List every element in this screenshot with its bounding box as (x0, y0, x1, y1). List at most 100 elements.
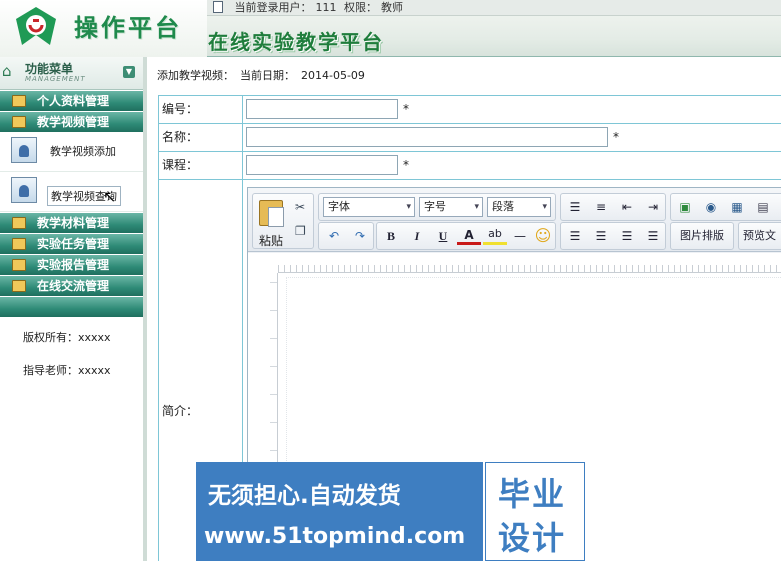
logo-icon (16, 7, 56, 45)
logo-area: 操作平台 (0, 0, 207, 57)
brand-title: 操作平台 (74, 13, 182, 42)
horizontal-ruler (278, 265, 781, 273)
italic-icon[interactable]: I (405, 225, 429, 247)
ordered-list-icon[interactable]: ☰ (563, 196, 587, 218)
align-group: ☰ ☰ ☰ ☰ (560, 222, 666, 250)
media-icon[interactable]: ◉ (699, 196, 723, 218)
sidebar-item-material[interactable]: 教学材料管理 (0, 213, 143, 233)
required-mark: * (403, 102, 409, 116)
sidebar-subitem-video-query[interactable]: 教学视频查询 (0, 172, 143, 212)
folder-icon (12, 238, 26, 250)
sidebar-item-label: 实验报告管理 (37, 258, 110, 272)
name-label: 名称： (159, 124, 243, 151)
watermark-left: 无须担心.自动发货 www.51topmind.com (196, 462, 483, 561)
sidebar: ⌂ 功能菜单 MANAGEMENT ▼ 个人资料管理 教学视频管理 教学视频添加… (0, 57, 147, 561)
copy-icon[interactable]: ❐ (295, 224, 306, 238)
editor-toolbar: 粘贴 ✂ ❐ 字体 字号 段落 ↶ ↷ B I U A (248, 188, 781, 252)
date-label: 当前日期： (240, 69, 295, 82)
indent-icon[interactable]: ⇥ (641, 196, 665, 218)
image-layout-label: 图片排版 (680, 229, 724, 242)
image-icon[interactable]: ▣ (673, 196, 697, 218)
copyright-text: 版权所有：xxxxx (23, 331, 111, 344)
code-input[interactable] (246, 99, 398, 119)
emoticon-icon[interactable]: ☺ (532, 225, 554, 247)
paste-label: 粘贴 (259, 234, 284, 248)
preview-button[interactable]: 预览文 (738, 222, 781, 250)
history-group: ↶ ↷ (318, 222, 374, 250)
course-label: 课程： (159, 152, 243, 179)
collapse-icon[interactable]: ▼ (123, 66, 135, 78)
page-label: 添加教学视频： (157, 69, 234, 82)
user-label: 当前登录用户： (234, 1, 312, 14)
watermark-url: www.51topmind.com (204, 524, 466, 549)
teacher-text: 指导老师：xxxxx (23, 364, 111, 377)
name-input[interactable] (246, 127, 608, 147)
paste-button[interactable]: 粘贴 ✂ ❐ (252, 193, 314, 249)
font-select[interactable]: 字体 (323, 197, 415, 217)
user-role: 教师 (381, 1, 403, 14)
pointer-cursor-icon: ↖ (103, 187, 117, 206)
highlight-icon[interactable]: ab (483, 225, 507, 245)
folder-icon (12, 280, 26, 292)
bold-icon[interactable]: B (379, 225, 403, 247)
watermark-word-2: 设计 (498, 519, 567, 557)
watermark-banner: 无须担心.自动发货 www.51topmind.com 毕业 设计 (196, 462, 585, 561)
menu-footer (0, 297, 143, 317)
row-code: 编号： * (159, 96, 781, 124)
sidebar-item-chat[interactable]: 在线交流管理 (0, 276, 143, 296)
insert-group: ▣ ◉ ▦ ▤ (670, 193, 781, 221)
template-icon[interactable]: ▤ (751, 196, 775, 218)
watermark-word-1: 毕业 (498, 475, 567, 513)
paragraph-select[interactable]: 段落 (487, 197, 551, 217)
menu-home-icon: ⌂ (2, 62, 12, 80)
list-group: ☰ ≡ ⇤ ⇥ (560, 193, 666, 221)
size-select[interactable]: 字号 (419, 197, 483, 217)
sidebar-item-profile[interactable]: 个人资料管理 (0, 91, 143, 111)
user-card-icon (11, 137, 37, 163)
folder-icon (12, 217, 26, 229)
horizontal-line-icon[interactable]: — (509, 225, 531, 247)
outdent-icon[interactable]: ⇤ (615, 196, 639, 218)
required-mark: * (613, 130, 619, 144)
table-icon[interactable]: ▦ (725, 196, 749, 218)
sidebar-subitem-video-add[interactable]: 教学视频添加 (0, 132, 143, 172)
cut-icon[interactable]: ✂ (295, 200, 305, 214)
align-left-icon[interactable]: ☰ (563, 225, 587, 247)
permission-label: 权限： (344, 1, 377, 14)
sidebar-item-report[interactable]: 实验报告管理 (0, 255, 143, 275)
unordered-list-icon[interactable]: ≡ (589, 196, 613, 218)
watermark-slogan: 无须担心.自动发货 (208, 483, 401, 509)
watermark-right: 毕业 设计 (485, 462, 585, 561)
folder-icon (12, 259, 26, 271)
menu-header: ⌂ 功能菜单 MANAGEMENT ▼ (0, 57, 143, 90)
undo-icon[interactable]: ↶ (322, 225, 346, 247)
document-icon (213, 1, 223, 13)
sidebar-item-video[interactable]: 教学视频管理 (0, 112, 143, 132)
current-date: 2014-05-09 (301, 69, 365, 82)
menu-subtitle: MANAGEMENT (25, 75, 86, 83)
sidebar-info: 版权所有：xxxxx 指导老师：xxxxx (0, 331, 143, 378)
redo-icon[interactable]: ↷ (348, 225, 372, 247)
user-card-icon (11, 177, 37, 203)
header: 操作平台 当前登录用户： 111 权限： 教师 在线实验教学平台 (0, 0, 781, 57)
align-right-icon[interactable]: ☰ (615, 225, 639, 247)
align-justify-icon[interactable]: ☰ (641, 225, 665, 247)
font-color-icon[interactable]: A (457, 225, 481, 245)
code-label: 编号： (159, 96, 243, 123)
required-mark: * (403, 158, 409, 172)
row-name: 名称： * (159, 124, 781, 152)
image-layout-button[interactable]: 图片排版 (670, 222, 734, 250)
sidebar-item-label: 教学材料管理 (37, 216, 110, 230)
page-info: 添加教学视频： 当前日期： 2014-05-09 (157, 67, 371, 83)
sidebar-item-label: 教学视频管理 (37, 115, 110, 129)
sidebar-item-task[interactable]: 实验任务管理 (0, 234, 143, 254)
subitem-label: 教学视频添加 (50, 145, 116, 158)
align-center-icon[interactable]: ☰ (589, 225, 613, 247)
sidebar-item-label: 个人资料管理 (37, 94, 110, 108)
clipboard-icon (259, 200, 284, 227)
folder-icon (12, 95, 26, 107)
underline-icon[interactable]: U (431, 225, 455, 247)
font-group: 字体 字号 段落 (318, 193, 556, 221)
format-group: B I U A ab — ☺ (376, 222, 556, 250)
course-input[interactable] (246, 155, 398, 175)
